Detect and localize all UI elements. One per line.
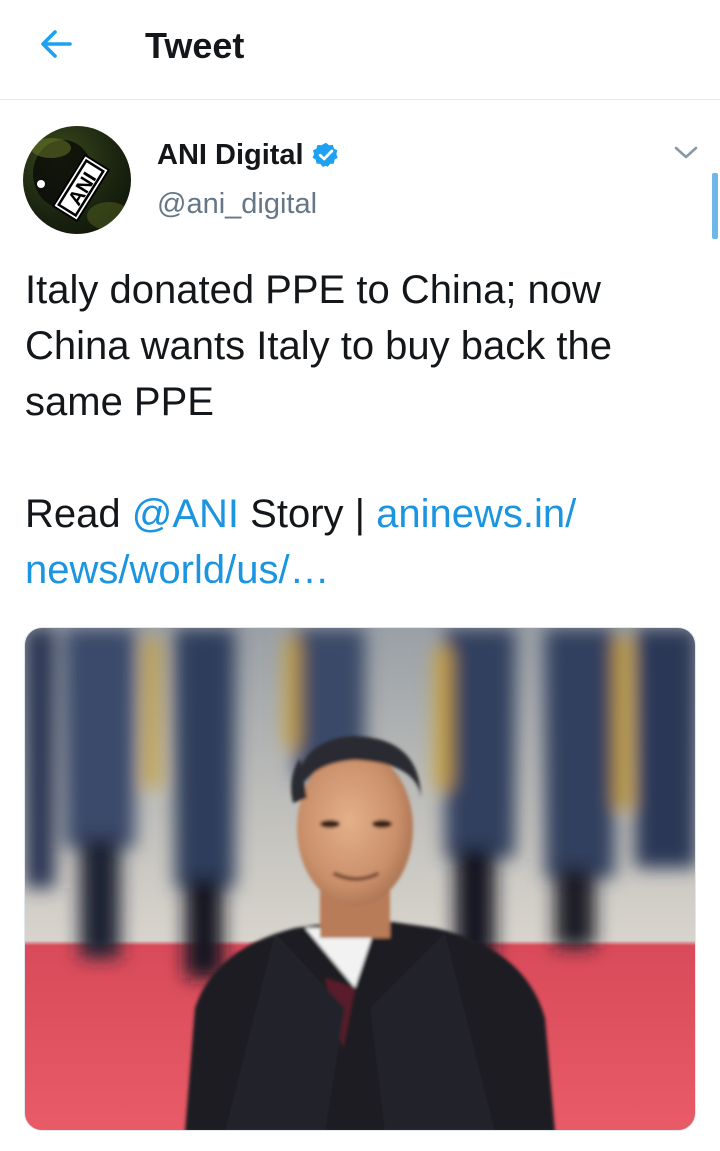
avatar[interactable]: ANI	[23, 126, 131, 234]
url-link-part-1[interactable]: aninews.in/	[376, 492, 576, 536]
chevron-down-icon	[673, 144, 699, 167]
mention-link[interactable]: @ANI	[132, 492, 239, 536]
tweet-text-line: China wants Italy to buy back the	[25, 324, 612, 368]
tweet-read-line: Read @ANI Story | aninews.in/	[25, 486, 695, 542]
tweet-text-line: same PPE	[25, 380, 214, 424]
top-bar: Tweet	[0, 0, 720, 100]
url-link-part-2[interactable]: news/world/us/…	[25, 542, 695, 598]
read-prefix: Read	[25, 492, 132, 536]
page-title: Tweet	[145, 25, 245, 66]
story-text: Story |	[239, 492, 377, 536]
more-options-button[interactable]	[668, 140, 704, 170]
author-name-row[interactable]: ANI Digital	[157, 138, 340, 172]
scrollbar[interactable]	[712, 173, 718, 239]
author-name[interactable]: ANI Digital	[157, 138, 304, 172]
back-button[interactable]	[30, 20, 82, 72]
tweet-media-photo[interactable]	[24, 627, 696, 1131]
verified-badge-icon	[312, 141, 340, 169]
tweet-text-line: Italy donated PPE to China; now	[25, 268, 601, 312]
author-handle[interactable]: @ani_digital	[157, 186, 317, 222]
tweet-text: Italy donated PPE to China; now China wa…	[25, 262, 695, 598]
arrow-left-icon	[36, 24, 76, 69]
